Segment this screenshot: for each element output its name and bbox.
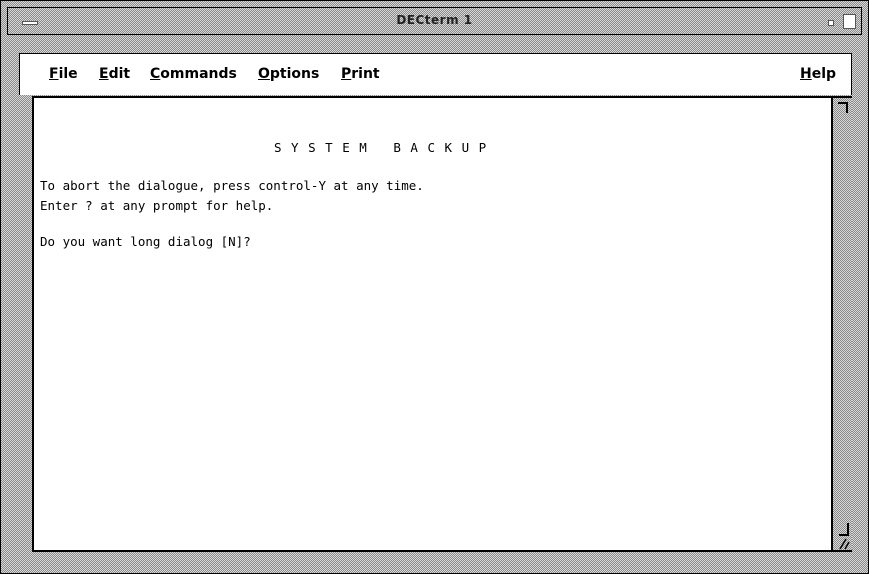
menu-options[interactable]: Options — [258, 66, 319, 82]
minimize-icon[interactable] — [823, 16, 837, 28]
menu-bar: File Edit Commands Options Print Help — [19, 53, 852, 95]
terminal-screen[interactable]: S Y S T E M B A C K U P To abort the dia… — [32, 96, 833, 552]
scroll-top-corner-icon — [838, 102, 848, 113]
window-title: DECterm 1 — [396, 13, 473, 27]
terminal-line: Enter ? at any prompt for help. — [40, 198, 274, 213]
title-bar[interactable]: DECterm 1 — [7, 7, 862, 35]
menu-edit[interactable]: Edit — [99, 66, 130, 82]
vertical-scrollbar[interactable] — [833, 96, 852, 552]
menu-file[interactable]: File — [49, 66, 78, 82]
resize-corner-icon[interactable] — [837, 521, 851, 551]
maximize-icon[interactable] — [841, 12, 857, 30]
menu-print[interactable]: Print — [341, 66, 380, 82]
menu-commands[interactable]: Commands — [150, 66, 237, 82]
menu-help[interactable]: Help — [800, 66, 836, 82]
terminal-prompt-line: Do you want long dialog [N]? — [40, 234, 251, 249]
decterm-window: DECterm 1 File Edit Commands Options Pri… — [0, 0, 869, 574]
terminal-heading: S Y S T E M B A C K U P — [274, 140, 488, 155]
terminal-line: To abort the dialogue, press control-Y a… — [40, 178, 424, 193]
